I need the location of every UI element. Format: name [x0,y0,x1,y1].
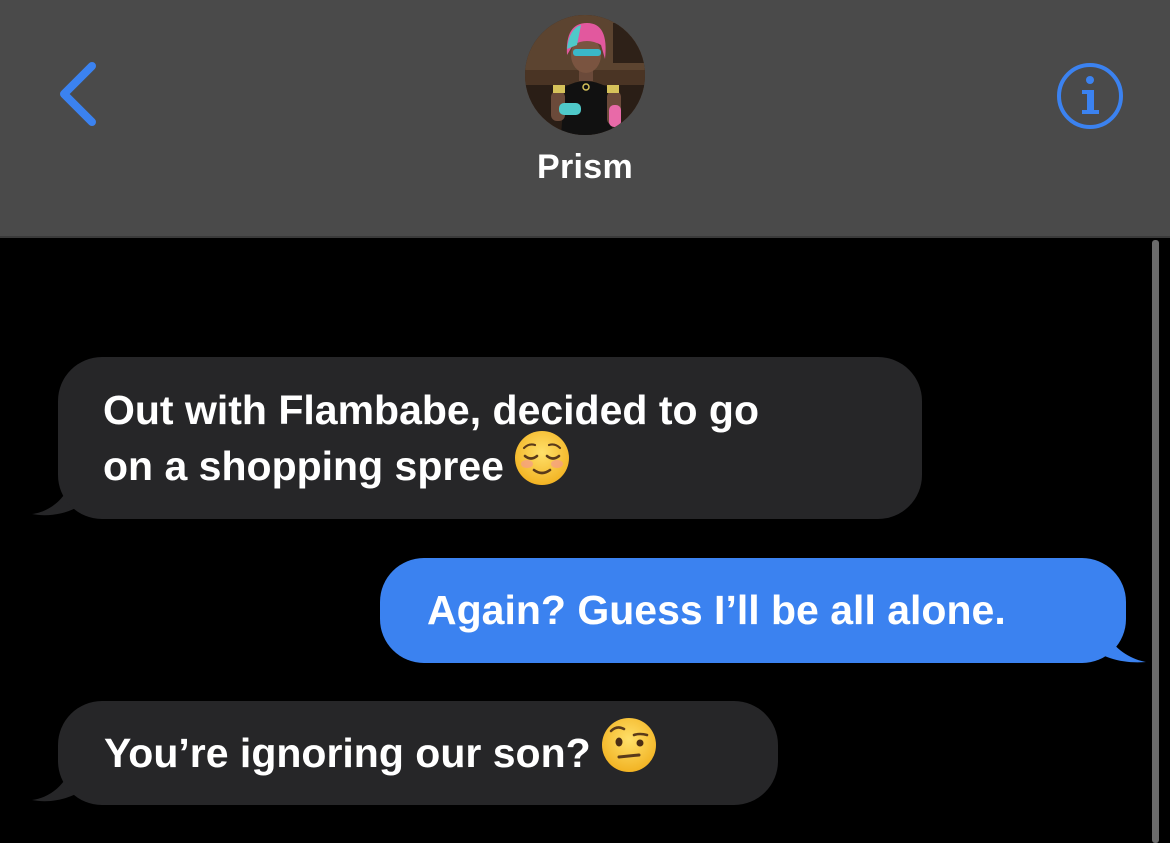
back-button[interactable] [48,54,112,134]
message-bubble-incoming[interactable]: Out with Flambabe, decided to go on a sh… [58,357,922,519]
scrollbar[interactable] [1152,240,1159,843]
message-text-line-with-emoji: You’re ignoring our son? [104,718,778,787]
contact-avatar-image [525,15,645,135]
face-with-raised-eyebrow-emoji [601,717,657,787]
conversation-header: Prism [0,0,1170,238]
message-text-line-with-emoji: on a shopping spree [103,431,922,500]
relieved-face-emoji [514,430,570,500]
message-bubble-incoming[interactable]: You’re ignoring our son? [58,701,778,805]
message-text: You’re ignoring our son? [104,730,591,776]
chevron-left-icon [60,62,96,126]
message-bubble-outgoing[interactable]: Again? Guess I’ll be all alone. [380,558,1126,663]
avatar[interactable] [525,15,645,135]
message-text-line: Out with Flambabe, decided to go [103,387,760,433]
message-text: Again? Guess I’ll be all alone. [427,587,1006,633]
message-text: on a shopping spree [103,443,504,489]
contact-name[interactable]: Prism [0,148,1170,187]
info-icon [1057,63,1123,129]
info-button[interactable] [1054,60,1126,132]
